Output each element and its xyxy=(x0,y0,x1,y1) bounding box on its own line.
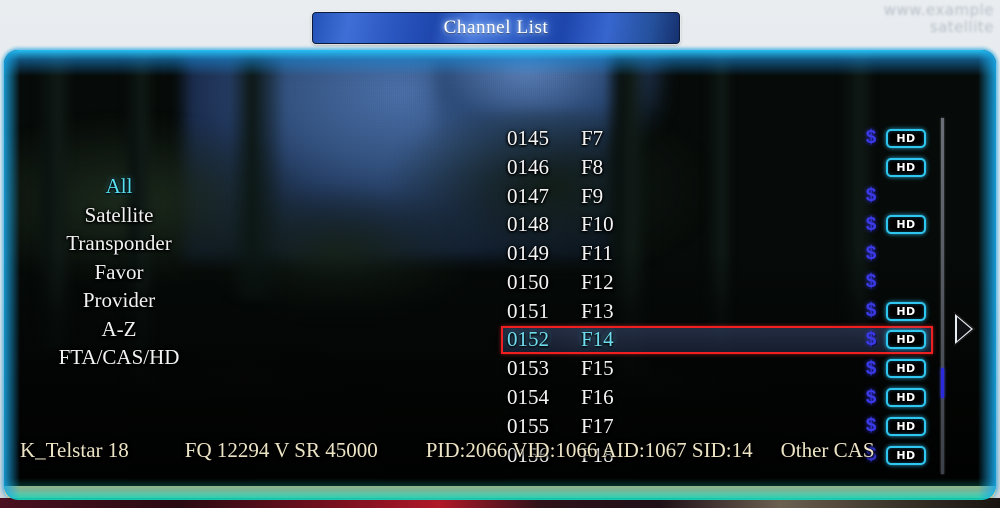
page-title-bar: Channel List xyxy=(312,12,680,44)
scrambled-icon: $ xyxy=(865,357,877,379)
channel-row[interactable]: 0154 F16 $ HD xyxy=(501,383,933,412)
channel-name: F11 xyxy=(581,241,613,266)
channel-number: 0151 xyxy=(507,298,549,323)
channel-name: F9 xyxy=(581,183,604,208)
sidebar-item-satellite[interactable]: Satellite xyxy=(4,201,234,230)
channel-number: 0152 xyxy=(507,327,549,352)
channel-number: 0148 xyxy=(507,212,549,237)
hd-badge-slot: HD xyxy=(881,359,931,379)
channel-number: 0146 xyxy=(507,154,549,179)
status-cas: Other CAS xyxy=(780,437,875,462)
hd-badge: HD xyxy=(886,157,926,177)
channel-name: F10 xyxy=(581,212,614,237)
hd-badge-slot: HD xyxy=(881,215,931,235)
channel-name: F16 xyxy=(581,385,614,410)
status-pids: PID:2066 VID:1066 AID:1067 SID:14 xyxy=(425,437,753,462)
hd-badge-slot: HD xyxy=(881,301,931,321)
scrambled-icon: $ xyxy=(865,127,877,149)
channel-row[interactable]: 0151 F13 $ HD xyxy=(501,297,933,326)
status-tuning: FQ 12294 V SR 45000 xyxy=(184,437,378,462)
channel-row[interactable]: 0146 F8 HD xyxy=(501,153,933,182)
hd-badge-slot: HD xyxy=(881,330,931,350)
filter-sidebar[interactable]: All Satellite Transponder Favor Provider A-Z F… xyxy=(4,172,234,372)
hd-badge: HD xyxy=(886,388,926,408)
hd-badge: HD xyxy=(886,128,926,148)
scrambled-icon: $ xyxy=(865,300,877,322)
channel-number: 0150 xyxy=(507,269,549,294)
channel-row[interactable]: 0149 F11 $ xyxy=(501,239,933,268)
channel-number: 0145 xyxy=(507,125,549,150)
main-frame: All Satellite Transponder Favor Provider A-Z F… xyxy=(4,50,996,500)
sidebar-item-all[interactable]: All xyxy=(4,172,234,201)
channel-name: F13 xyxy=(581,298,614,323)
status-bar: K_Telstar 18 FQ 12294 V SR 45000 PID:206… xyxy=(4,430,996,470)
hd-badge: HD xyxy=(886,359,926,379)
channel-name: F8 xyxy=(581,154,604,179)
channel-list[interactable]: 0145 F7 $ HD 0146 F8 HD 0147 F9 $0148 F10 $ HD 0149 F1… xyxy=(501,124,933,470)
channel-name: F12 xyxy=(581,269,614,294)
scrambled-icon: $ xyxy=(865,184,877,206)
scrambled-icon: $ xyxy=(865,328,877,350)
channel-number: 0153 xyxy=(507,356,549,381)
sidebar-item-transponder[interactable]: Transponder xyxy=(4,229,234,258)
channel-name: F14 xyxy=(581,327,614,352)
page-title: Channel List xyxy=(443,17,549,38)
channel-row[interactable]: 0152 F14 $ HD xyxy=(501,325,933,355)
sidebar-item-fta-cas-hd[interactable]: FTA/CAS/HD xyxy=(4,343,234,372)
next-page-arrow-icon-core xyxy=(957,317,971,341)
hd-badge-slot: HD xyxy=(881,157,931,177)
channel-row[interactable]: 0148 F10 $ HD xyxy=(501,210,933,239)
hd-badge: HD xyxy=(886,301,926,321)
sidebar-item-provider[interactable]: Provider xyxy=(4,286,234,315)
scrambled-icon: $ xyxy=(865,386,877,408)
hd-badge: HD xyxy=(886,330,926,350)
hd-badge-slot: HD xyxy=(881,128,931,148)
sidebar-item-a-z[interactable]: A-Z xyxy=(4,315,234,344)
hd-badge-slot: HD xyxy=(881,388,931,408)
status-satellite: K_Telstar 18 xyxy=(20,437,129,462)
list-scrollbar-thumb[interactable] xyxy=(941,368,944,398)
channel-number: 0154 xyxy=(507,385,549,410)
channel-row[interactable]: 0150 F12 $ xyxy=(501,268,933,297)
watermark: www.example satellite xyxy=(883,2,994,36)
scrambled-icon: $ xyxy=(865,242,877,264)
channel-name: F15 xyxy=(581,356,614,381)
tv-channel-list-screen: www.example satellite Channel List All Sa… xyxy=(0,0,1000,508)
channel-row[interactable]: 0147 F9 $ xyxy=(501,182,933,211)
channel-row[interactable]: 0153 F15 $ HD xyxy=(501,354,933,383)
channel-number: 0147 xyxy=(507,183,549,208)
list-scrollbar[interactable] xyxy=(941,118,944,474)
channel-row[interactable]: 0145 F7 $ HD xyxy=(501,124,933,153)
hd-badge: HD xyxy=(886,215,926,235)
sidebar-item-favor[interactable]: Favor xyxy=(4,258,234,287)
channel-name: F7 xyxy=(581,125,604,150)
scrambled-icon: $ xyxy=(865,271,877,293)
channel-number: 0149 xyxy=(507,241,549,266)
bottom-bezel-strip xyxy=(0,498,1000,508)
scrambled-icon: $ xyxy=(865,213,877,235)
